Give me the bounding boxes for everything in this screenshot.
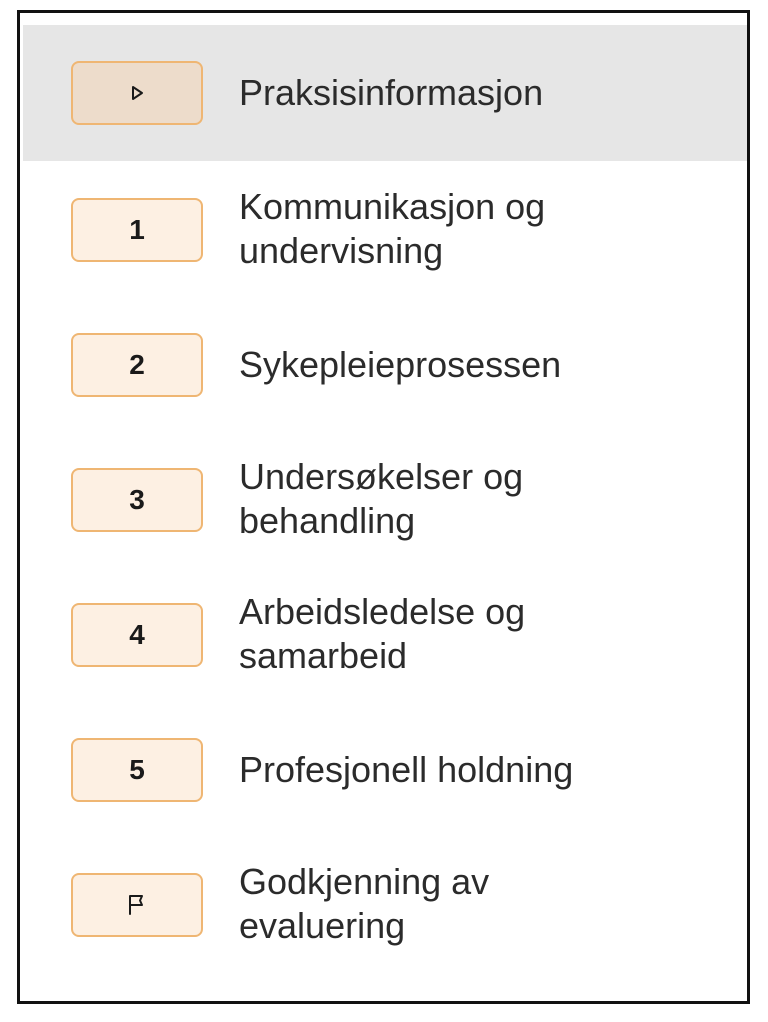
step-label-line: undervisning	[239, 230, 444, 271]
step-badge	[71, 873, 203, 937]
step-item-2[interactable]: 2 Sykepleieprosessen	[23, 318, 747, 438]
step-item-godkjenning[interactable]: Godkjenning av evaluering	[23, 858, 747, 978]
step-label-line: samarbeid	[239, 635, 408, 676]
step-item-5[interactable]: 5 Profesjonell holdning	[23, 723, 747, 843]
step-badge	[71, 61, 203, 125]
step-label-line: Arbeidsledelse og	[239, 591, 526, 632]
step-label: Undersøkelser og behandling	[239, 455, 523, 543]
step-badge: 3	[71, 468, 203, 532]
step-label-line: Kommunikasjon og	[239, 186, 546, 227]
step-item-3[interactable]: 3 Undersøkelser og behandling	[23, 453, 747, 573]
play-icon	[129, 85, 145, 101]
step-label: Sykepleieprosessen	[239, 344, 562, 385]
step-item-1[interactable]: 1 Kommunikasjon og undervisning	[23, 183, 747, 303]
step-label: Arbeidsledelse og samarbeid	[239, 590, 525, 678]
step-label-line: behandling	[239, 500, 416, 541]
step-label: Kommunikasjon og undervisning	[239, 185, 545, 273]
step-label-line: evaluering	[239, 905, 406, 946]
step-label: Praksisinformasjon	[239, 72, 544, 113]
step-item-4[interactable]: 4 Arbeidsledelse og samarbeid	[23, 588, 747, 708]
step-list: Praksisinformasjon 1 Kommunikasjon og un…	[20, 13, 747, 1001]
step-navigation-panel: Praksisinformasjon 1 Kommunikasjon og un…	[17, 10, 750, 1004]
step-label: Profesjonell holdning	[239, 749, 574, 790]
step-label-line: Godkjenning av	[239, 861, 490, 902]
step-badge: 5	[71, 738, 203, 802]
flag-icon	[125, 893, 149, 917]
step-badge: 1	[71, 198, 203, 262]
step-badge: 4	[71, 603, 203, 667]
step-badge: 2	[71, 333, 203, 397]
step-item-praksisinformasjon[interactable]: Praksisinformasjon	[23, 25, 747, 161]
step-label: Godkjenning av evaluering	[239, 860, 489, 948]
step-label-line: Undersøkelser og	[239, 456, 524, 497]
